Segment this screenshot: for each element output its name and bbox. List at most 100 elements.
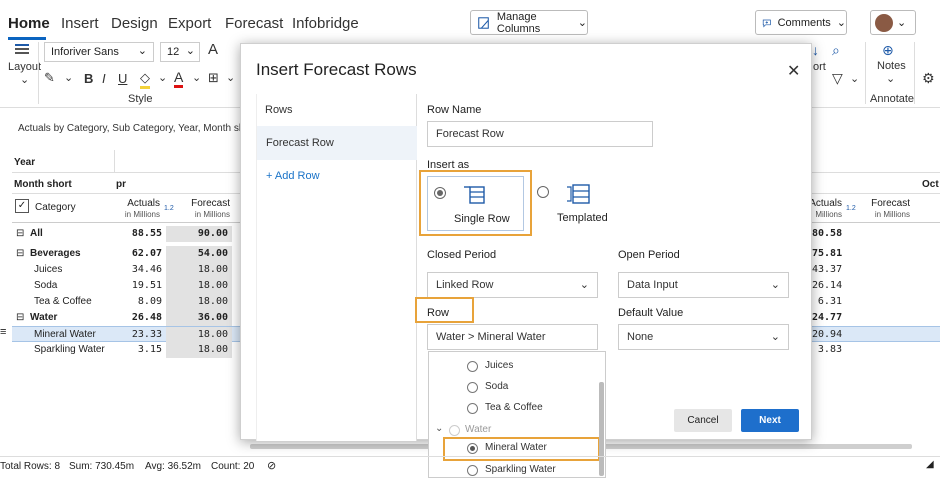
actuals-cell-oct[interactable]: 6.31: [812, 294, 842, 310]
font-color-icon[interactable]: A: [174, 69, 184, 88]
gear-icon[interactable]: ⚙: [922, 70, 935, 87]
single-row-option[interactable]: Single Row: [427, 176, 524, 231]
italic-icon[interactable]: I: [102, 71, 106, 86]
templated-icon[interactable]: [565, 182, 591, 206]
font-family-select[interactable]: Inforiver Sans ⌄: [44, 42, 154, 62]
comments-button[interactable]: Comments ⌄: [755, 10, 847, 35]
resize-handle-icon[interactable]: ◢: [926, 459, 934, 470]
fill-color-icon[interactable]: ◇: [140, 70, 150, 89]
forecast-cell[interactable]: 18.00: [166, 294, 232, 310]
actuals-cell[interactable]: 62.07: [116, 246, 162, 262]
mineral-water-radio[interactable]: [467, 443, 478, 454]
actuals-cell[interactable]: 88.55: [116, 226, 162, 242]
actuals-cell[interactable]: 34.46: [116, 262, 162, 278]
forecast-cell[interactable]: 36.00: [166, 310, 232, 326]
actuals-cell-oct[interactable]: 20.94: [812, 327, 842, 343]
layout-icon[interactable]: [14, 42, 30, 58]
actuals-cell[interactable]: 23.33: [116, 327, 162, 343]
underline-icon[interactable]: U: [118, 71, 127, 86]
juices-radio[interactable]: [467, 361, 478, 372]
default-value-select[interactable]: None ⌄: [618, 324, 789, 350]
rows-list-item[interactable]: Forecast Row: [257, 126, 417, 160]
closed-period-select[interactable]: Linked Row ⌄: [427, 272, 598, 298]
year-header: Year: [14, 157, 36, 168]
actuals-cell-oct[interactable]: 75.81: [812, 246, 842, 262]
chevron-down-icon[interactable]: ⌄: [850, 72, 859, 85]
total-rows-status: Total Rows: 8: [0, 461, 61, 472]
chevron-down-icon[interactable]: ⌄: [886, 72, 895, 85]
chevron-down-icon[interactable]: ⌄: [158, 71, 167, 84]
month-header: Month short: [14, 179, 72, 190]
single-row-radio[interactable]: [434, 187, 446, 199]
add-row-link[interactable]: + Add Row: [266, 170, 320, 182]
collapse-icon[interactable]: ⊟: [16, 226, 28, 242]
sort-icon[interactable]: ↓: [812, 42, 819, 58]
tree-item-soda[interactable]: Soda: [485, 381, 508, 392]
forecast-cell[interactable]: 18.00: [166, 342, 232, 358]
actuals-cell[interactable]: 8.09: [116, 294, 162, 310]
templated-radio[interactable]: [537, 186, 549, 198]
open-period-select[interactable]: Data Input ⌄: [618, 272, 789, 298]
tab-design[interactable]: Design: [111, 15, 158, 32]
profile-button[interactable]: ⌄: [870, 10, 916, 35]
single-row-icon: [464, 186, 485, 204]
actuals-cell-oct[interactable]: 24.77: [812, 310, 842, 326]
cancel-button[interactable]: Cancel: [674, 409, 732, 432]
chevron-down-icon[interactable]: ⌄: [192, 71, 201, 84]
forecast-cell[interactable]: 90.00: [166, 226, 232, 242]
tree-item-juices[interactable]: Juices: [485, 360, 513, 371]
search-icon[interactable]: ⌕: [832, 42, 840, 59]
tea-coffee-radio[interactable]: [467, 403, 478, 414]
actuals-cell[interactable]: 3.15: [116, 342, 162, 358]
actuals-cell-oct[interactable]: 26.14: [812, 278, 842, 294]
category-checkbox-icon[interactable]: ✓: [15, 199, 29, 213]
forecast-cell[interactable]: 18.00: [166, 327, 232, 343]
actuals-cell[interactable]: 19.51: [116, 278, 162, 294]
chevron-down-icon[interactable]: ⌄: [435, 423, 443, 434]
forecast-cell[interactable]: 18.00: [166, 278, 232, 294]
actuals-column-header[interactable]: Actuals in Millions: [120, 198, 160, 220]
increase-font-icon[interactable]: A: [208, 41, 218, 58]
ratio-icon[interactable]: 1.2: [164, 205, 174, 212]
tab-home[interactable]: Home: [8, 15, 50, 32]
next-button[interactable]: Next: [741, 409, 799, 432]
manage-columns-button[interactable]: Manage Columns ⌄: [470, 10, 588, 35]
actuals-cell-oct[interactable]: 3.83: [812, 342, 842, 358]
ratio-icon[interactable]: 1.2: [846, 205, 856, 212]
chevron-down-icon[interactable]: ⌄: [20, 73, 29, 86]
actuals-cell[interactable]: 26.48: [116, 310, 162, 326]
tab-insert[interactable]: Insert: [61, 15, 99, 32]
row-name-input[interactable]: Forecast Row: [427, 121, 653, 147]
borders-icon[interactable]: ⊞: [208, 70, 219, 86]
forecast-header-unit: in Millions: [194, 210, 230, 219]
chevron-down-icon[interactable]: ⌄: [226, 71, 235, 84]
tab-forecast[interactable]: Forecast: [225, 15, 283, 32]
collapse-icon[interactable]: ⊟: [16, 310, 28, 326]
tab-infobridge[interactable]: Infobridge: [292, 15, 359, 32]
soda-radio[interactable]: [467, 382, 478, 393]
font-size-select[interactable]: 12 ⌄: [160, 42, 200, 62]
tree-item-mineral-water[interactable]: Mineral Water: [485, 442, 547, 453]
row-select[interactable]: Water > Mineral Water: [427, 324, 598, 350]
row-drag-handle-icon[interactable]: ≡: [0, 326, 6, 338]
format-painter-icon[interactable]: ✎: [44, 70, 55, 86]
chevron-down-icon[interactable]: ⌄: [64, 71, 73, 84]
avatar: [875, 13, 893, 32]
notes-icon[interactable]: ⊕: [882, 42, 894, 59]
filter-icon[interactable]: ▽: [832, 70, 843, 87]
chevron-down-icon: ⌄: [897, 17, 907, 29]
hide-icon[interactable]: ⊘: [267, 459, 276, 472]
forecast-column-header[interactable]: Forecast in Millions: [186, 198, 230, 220]
month-value-apr: pr: [116, 179, 126, 190]
close-icon[interactable]: ✕: [787, 61, 800, 81]
tab-export[interactable]: Export: [168, 15, 211, 32]
actuals-cell-oct[interactable]: 43.37: [812, 262, 842, 278]
tree-item-tea-coffee[interactable]: Tea & Coffee: [485, 402, 543, 413]
bold-icon[interactable]: B: [84, 71, 93, 86]
forecast-cell[interactable]: 18.00: [166, 262, 232, 278]
collapse-icon[interactable]: ⊟: [16, 246, 28, 262]
forecast-column-header-oct[interactable]: Forecast in Millions: [866, 198, 910, 220]
actuals-cell-oct[interactable]: 80.58: [812, 226, 842, 242]
category-header[interactable]: Category: [35, 202, 76, 213]
forecast-cell[interactable]: 54.00: [166, 246, 232, 262]
